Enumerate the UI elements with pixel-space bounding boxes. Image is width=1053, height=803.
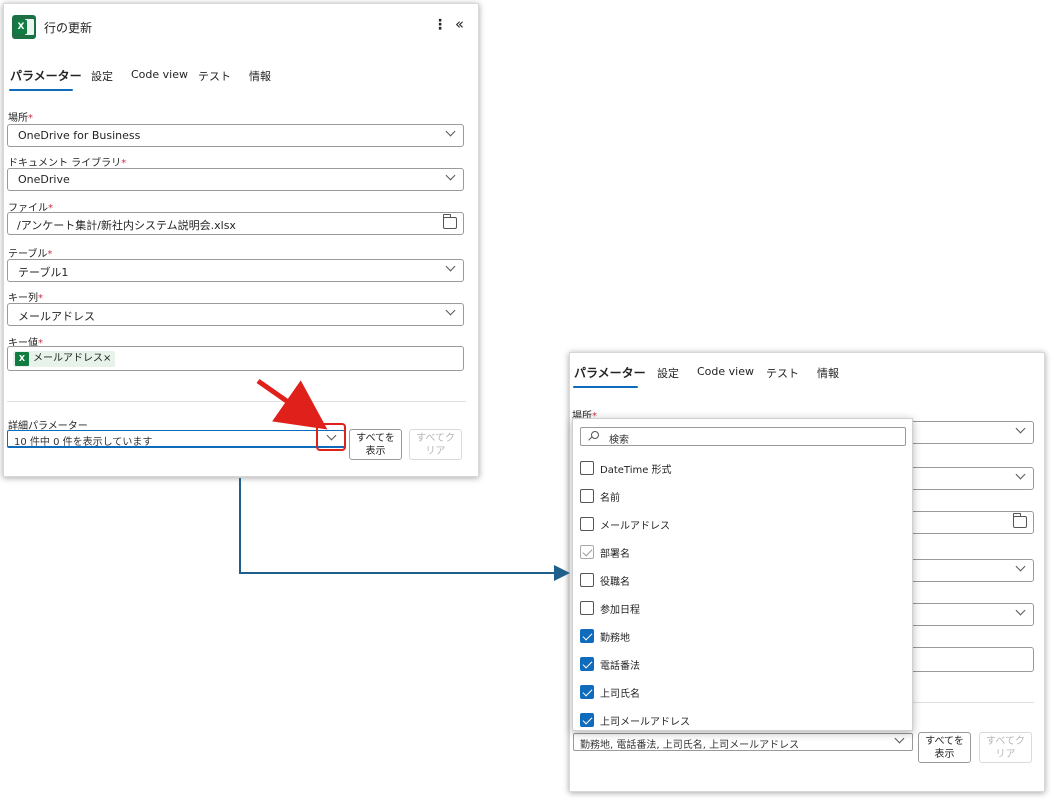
annotation-red-arrow <box>256 378 328 430</box>
annotation-overlay <box>239 378 570 581</box>
annotation-connector-arrow <box>239 478 570 581</box>
